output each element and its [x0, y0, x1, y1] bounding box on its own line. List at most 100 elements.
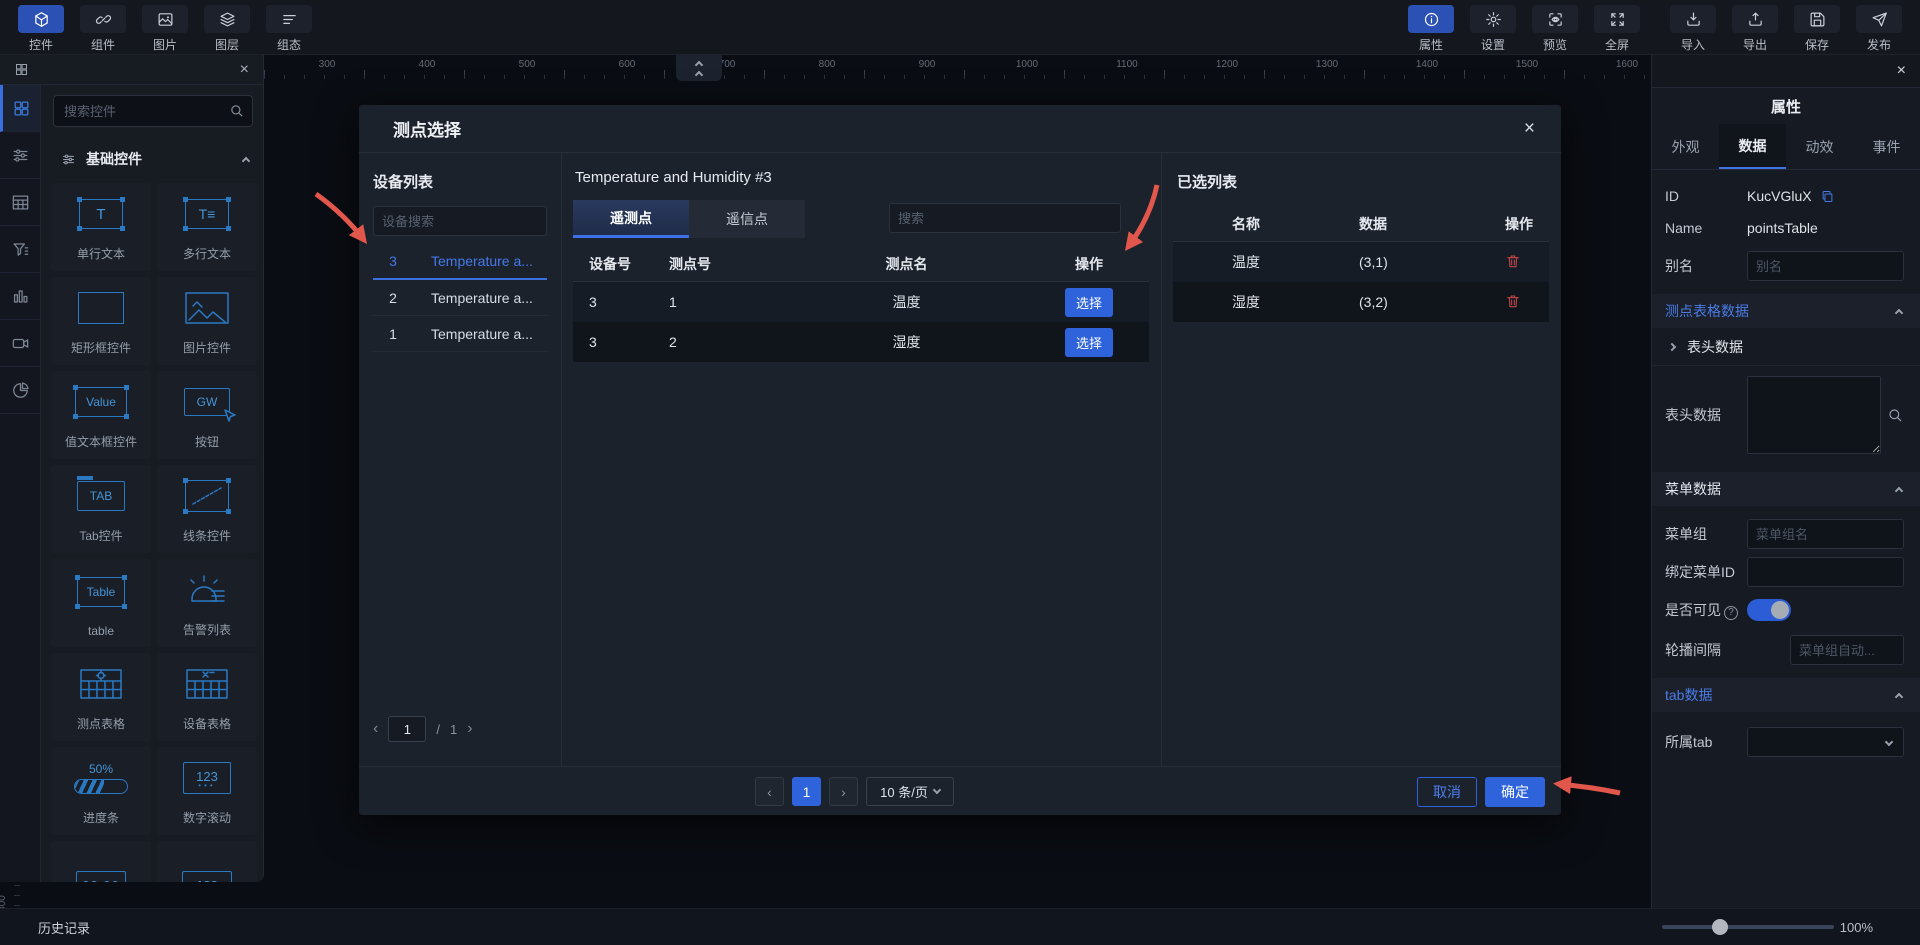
- points-tabbar: 遥测点 遥信点: [573, 200, 805, 238]
- device-row[interactable]: 2 Temperature a...: [373, 280, 547, 316]
- alias-input[interactable]: [1747, 251, 1904, 281]
- delete-icon[interactable]: [1505, 293, 1521, 309]
- widget-progress-bar[interactable]: 50% 进度条: [51, 747, 151, 835]
- copy-icon[interactable]: [1820, 189, 1835, 204]
- owner-tab-select[interactable]: [1747, 727, 1904, 757]
- widget-rectangle[interactable]: 矩形框控件: [51, 277, 151, 365]
- select-button[interactable]: 选择: [1065, 287, 1113, 317]
- widget-label: 设备表格: [182, 717, 231, 731]
- status-bar: 历史记录 100%: [0, 908, 1920, 945]
- toolbar-item-images[interactable]: 图片: [134, 5, 196, 53]
- widget-image[interactable]: 图片控件: [157, 277, 257, 365]
- total-pages: 1: [449, 721, 458, 737]
- device-search-input[interactable]: [373, 206, 547, 236]
- toolbar-item-save[interactable]: 保存: [1786, 5, 1848, 53]
- point-selection-modal: 测点选择 × 设备列表 3 Temperature a... 2 Tempera…: [359, 105, 1561, 815]
- toolbar-item-publish[interactable]: 发布: [1848, 5, 1910, 53]
- tab-appearance[interactable]: 外观: [1652, 124, 1719, 169]
- prev-page-icon[interactable]: ‹: [373, 721, 378, 737]
- section-basic-widgets[interactable]: 基础控件: [49, 141, 257, 177]
- delete-icon[interactable]: [1505, 253, 1521, 269]
- device-row[interactable]: 1 Temperature a...: [373, 316, 547, 352]
- help-icon[interactable]: ?: [1724, 605, 1738, 620]
- device-row-selected[interactable]: 3 Temperature a...: [373, 244, 547, 280]
- toolbar-item-fullscreen[interactable]: 全屏: [1586, 5, 1648, 53]
- owner-tab-value[interactable]: [1747, 727, 1904, 757]
- widget-search-input[interactable]: [53, 95, 253, 127]
- widget-alarm-list[interactable]: 告警列表: [157, 559, 257, 647]
- widget-value-textbox[interactable]: Value 值文本框控件: [51, 371, 151, 459]
- widget-label: 矩形框控件: [70, 341, 131, 355]
- zoom-slider[interactable]: [1661, 919, 1834, 935]
- widget-button[interactable]: GW 按钮: [157, 371, 257, 459]
- line-frame-icon: [183, 478, 231, 514]
- tab-telemetry[interactable]: 遥测点: [573, 200, 689, 238]
- ruler-label: 500: [518, 59, 536, 70]
- visible-toggle[interactable]: [1747, 599, 1791, 621]
- category-tables[interactable]: [0, 179, 40, 226]
- current-page-box[interactable]: 1: [388, 716, 427, 742]
- list-icon: [266, 5, 312, 33]
- category-controls[interactable]: [0, 132, 40, 179]
- toolbar-item-import[interactable]: 导入: [1662, 5, 1724, 53]
- toolbar-label: 发布: [1866, 38, 1891, 52]
- toolbar-item-components[interactable]: 组件: [72, 5, 134, 53]
- cell-data: (3,2): [1359, 294, 1388, 310]
- ruler-collapse-button[interactable]: [676, 55, 722, 81]
- page-size-select[interactable]: 10 条/页: [866, 777, 954, 806]
- rectangle-icon: [78, 292, 124, 324]
- widget-points-table[interactable]: 测点表格: [51, 653, 151, 741]
- device-list-panel: 设备列表 3 Temperature a... 2 Temperature a.…: [359, 153, 561, 766]
- toolbar-item-layers[interactable]: 图层: [196, 5, 258, 53]
- category-pie[interactable]: [0, 367, 40, 414]
- section-tab-data[interactable]: tab数据: [1652, 678, 1920, 712]
- section-points-table-data[interactable]: 测点表格数据: [1652, 294, 1920, 328]
- category-filter[interactable]: [0, 226, 40, 273]
- toolbar-item-preview[interactable]: 预览: [1524, 5, 1586, 53]
- category-media[interactable]: [0, 320, 40, 367]
- widget-single-line-text[interactable]: T 单行文本: [51, 183, 151, 271]
- frame-handles: [183, 481, 231, 514]
- interval-input[interactable]: [1790, 635, 1904, 665]
- next-page-icon[interactable]: ›: [467, 721, 472, 737]
- toolbar-item-properties[interactable]: 属性: [1400, 5, 1462, 53]
- points-search-input[interactable]: [889, 203, 1121, 233]
- widget-tab[interactable]: TAB Tab控件: [51, 465, 151, 553]
- select-button[interactable]: 选择: [1065, 327, 1113, 357]
- tab-data[interactable]: 数据: [1719, 124, 1786, 169]
- zoom-slider-knob[interactable]: [1711, 919, 1728, 935]
- tab-telesignal[interactable]: 遥信点: [689, 200, 805, 238]
- modal-close-icon[interactable]: ×: [1524, 119, 1535, 138]
- header-data-textarea[interactable]: [1747, 376, 1881, 454]
- toolbar-item-widgets[interactable]: 控件: [10, 5, 72, 53]
- category-charts[interactable]: [0, 273, 40, 320]
- confirm-button[interactable]: 确定: [1485, 777, 1545, 807]
- widget-multi-line-text[interactable]: T≡ 多行文本: [157, 183, 257, 271]
- widget-table[interactable]: Table table: [51, 559, 151, 647]
- tab-animation[interactable]: 动效: [1786, 124, 1853, 169]
- header-data-collapse[interactable]: 表头数据: [1652, 328, 1920, 366]
- bind-menu-input[interactable]: [1747, 557, 1904, 587]
- widget-number-scroll[interactable]: 123 ••• 数字滚动: [157, 747, 257, 835]
- next-page-button[interactable]: ›: [829, 777, 858, 806]
- widget-device-table[interactable]: 设备表格: [157, 653, 257, 741]
- tab-events[interactable]: 事件: [1853, 124, 1920, 169]
- category-basic-widgets[interactable]: [0, 85, 40, 132]
- prev-page-button[interactable]: ‹: [755, 777, 784, 806]
- widget-number-display[interactable]: 123: [157, 841, 257, 882]
- toolbar-item-scada[interactable]: 组态: [258, 5, 320, 53]
- widget-line[interactable]: 线条控件: [157, 465, 257, 553]
- panel-close-icon[interactable]: ×: [1897, 63, 1906, 79]
- search-icon[interactable]: [1887, 407, 1903, 423]
- toolbar-item-export[interactable]: 导出: [1724, 5, 1786, 53]
- widget-time-display[interactable]: 08:00: [51, 841, 151, 882]
- section-menu-data[interactable]: 菜单数据: [1652, 472, 1920, 506]
- history-label[interactable]: 历史记录: [38, 918, 90, 937]
- menu-group-input[interactable]: [1747, 519, 1904, 549]
- sidebar-close-icon[interactable]: ×: [240, 61, 249, 78]
- cancel-button[interactable]: 取消: [1417, 777, 1477, 807]
- current-page-button[interactable]: 1: [792, 777, 821, 806]
- chevron-up-icon: [1894, 692, 1904, 701]
- selected-table-row: 湿度 (3,2): [1173, 282, 1549, 322]
- toolbar-item-settings[interactable]: 设置: [1462, 5, 1524, 53]
